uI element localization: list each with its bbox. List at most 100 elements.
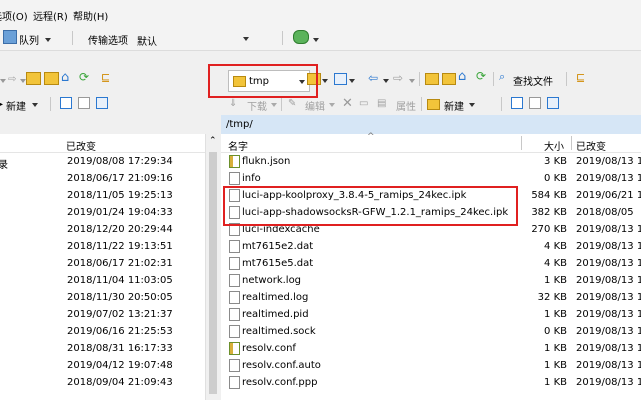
home-icon[interactable]: ⌂: [61, 70, 69, 85]
refresh-icon[interactable]: ⟳: [79, 70, 89, 84]
toolbar-separator: [419, 72, 420, 86]
forward-arrow-icon[interactable]: ⇨: [393, 71, 403, 85]
edit-dropdown-icon[interactable]: [329, 103, 335, 107]
column-divider[interactable]: [571, 136, 572, 150]
table-row[interactable]: 2019/01/24 19:04:33: [0, 204, 205, 221]
toolbar-separator: [566, 72, 567, 86]
table-row[interactable]: resolv.conf.auto 1 KB 2019/08/13 1: [221, 357, 641, 374]
refresh-icon[interactable]: ⟳: [476, 69, 486, 83]
table-row[interactable]: 2018/11/05 19:25:13: [0, 187, 205, 204]
table-row[interactable]: 2018/09/04 21:09:43: [0, 374, 205, 391]
table-row[interactable]: 2018/06/17 21:09:16: [0, 170, 205, 187]
local-scrollbar[interactable]: ⌃: [205, 134, 221, 400]
remote-row-changed: 2019/06/21 1: [576, 190, 641, 201]
remote-new-button[interactable]: 新建: [444, 98, 464, 113]
root-directory-icon[interactable]: [442, 73, 456, 85]
file-icon: [229, 257, 240, 270]
open-dropdown-icon[interactable]: [322, 79, 328, 83]
filter-icon[interactable]: [334, 73, 347, 85]
find-files-button[interactable]: 查找文件: [513, 73, 553, 88]
home-icon[interactable]: ⌂: [458, 69, 466, 84]
forward-dropdown-icon[interactable]: [409, 79, 415, 83]
local-row-changed: 2018/09/04 21:09:43: [67, 377, 173, 388]
filter-select-icon[interactable]: [96, 97, 108, 109]
menu-remote[interactable]: 远程(R): [33, 8, 68, 23]
queue-button[interactable]: 队列: [19, 32, 39, 47]
table-row[interactable]: mt7615e5.dat 4 KB 2019/08/13 1: [221, 255, 641, 272]
edit-button[interactable]: 编辑: [305, 98, 325, 113]
table-row[interactable]: 2018/12/20 20:29:44: [0, 221, 205, 238]
filter-dropdown-icon[interactable]: [349, 79, 355, 83]
scrollbar-thumb[interactable]: [209, 152, 217, 394]
table-row[interactable]: resolv.conf 1 KB 2019/08/13 1: [221, 340, 641, 357]
table-row[interactable]: 2018/08/31 16:17:33: [0, 340, 205, 357]
local-new-button[interactable]: 新建: [6, 98, 26, 113]
download-dropdown-icon[interactable]: [271, 103, 277, 107]
table-row[interactable]: 2018/11/22 19:13:51: [0, 238, 205, 255]
remote-row-changed: 2019/08/13 1: [576, 292, 641, 303]
table-row[interactable]: flukn.json 3 KB 2019/08/13 1: [221, 153, 641, 170]
back-arrow-icon[interactable]: ⇦: [368, 71, 378, 85]
remote-row-changed: 2019/08/13 1: [576, 241, 641, 252]
table-row[interactable]: 录 2019/08/08 17:29:34: [0, 153, 205, 171]
local-row-changed: 2018/11/05 19:25:13: [67, 190, 173, 201]
transfer-options-select[interactable]: 默认: [134, 29, 252, 48]
menu-help[interactable]: 帮助(H): [73, 8, 108, 23]
forward-arrow-icon[interactable]: ⇨: [8, 74, 16, 85]
table-row[interactable]: 2018/11/04 11:03:05: [0, 272, 205, 289]
column-name[interactable]: 名字: [228, 138, 248, 153]
file-icon: [229, 172, 240, 185]
delete-icon[interactable]: ✕: [342, 96, 353, 111]
table-row[interactable]: realtimed.sock 0 KB 2019/08/13 1: [221, 323, 641, 340]
column-changed[interactable]: 已改变: [576, 138, 606, 153]
local-file-list[interactable]: 已改变 录 2019/08/08 17:29:34 2018/06/17 21:09…: [0, 134, 205, 400]
rename-icon[interactable]: ▭: [359, 98, 368, 109]
parent-directory-icon[interactable]: [26, 72, 41, 85]
download-button[interactable]: 下载: [247, 98, 267, 113]
remote-row-size: 4 KB: [544, 241, 567, 252]
highlight-box-path: [208, 64, 318, 98]
remote-row-size: 1 KB: [544, 343, 567, 354]
sync-settings-icon[interactable]: [293, 30, 309, 44]
select-all-icon[interactable]: [511, 97, 523, 109]
local-row-changed: 2019/04/12 19:07:48: [67, 360, 173, 371]
table-row[interactable]: realtimed.pid 1 KB 2019/08/13 1: [221, 306, 641, 323]
local-row-changed: 2018/12/20 20:29:44: [67, 224, 173, 235]
file-icon: [229, 359, 240, 372]
column-divider[interactable]: [521, 136, 522, 150]
local-new-dropdown-icon[interactable]: [32, 103, 38, 107]
table-row[interactable]: mt7615e2.dat 4 KB 2019/08/13 1: [221, 238, 641, 255]
parent-directory-icon[interactable]: [425, 73, 439, 85]
table-row[interactable]: 2018/06/17 21:02:31: [0, 255, 205, 272]
table-row[interactable]: 2019/06/16 21:25:53: [0, 323, 205, 340]
column-changed[interactable]: 已改变: [66, 138, 96, 153]
table-row[interactable]: realtimed.log 32 KB 2019/08/13 1: [221, 289, 641, 306]
back-dropdown-icon[interactable]: [383, 79, 389, 83]
table-row[interactable]: resolv.conf.ppp 1 KB 2019/08/13 1: [221, 374, 641, 391]
unselect-icon[interactable]: [78, 97, 90, 109]
filter-icon[interactable]: ⊑: [576, 71, 585, 84]
remote-row-name: network.log: [242, 275, 302, 286]
select-all-icon[interactable]: [60, 97, 72, 109]
root-directory-icon[interactable]: [44, 72, 59, 85]
remote-new-dropdown-icon[interactable]: [469, 103, 475, 107]
filter-icon[interactable]: ⊑: [101, 71, 110, 84]
remote-file-list[interactable]: ^ 名字 大小 已改变 ..2019/08/13 1flukn.json3 KB…: [221, 132, 641, 400]
properties-button[interactable]: 属性: [396, 98, 416, 113]
sync-dropdown-icon[interactable]: [313, 38, 319, 42]
column-size[interactable]: 大小: [544, 138, 564, 153]
back-dropdown-icon[interactable]: [0, 79, 6, 83]
table-row[interactable]: info 0 KB 2019/08/13 1: [221, 170, 641, 187]
filter-select-icon[interactable]: [547, 97, 559, 109]
queue-dropdown-icon[interactable]: [45, 38, 51, 42]
table-row[interactable]: network.log 1 KB 2019/08/13 1: [221, 272, 641, 289]
transfer-options-label: 传输选项: [88, 36, 128, 47]
table-row[interactable]: 2019/04/12 19:07:48: [0, 357, 205, 374]
table-row[interactable]: 2018/11/30 20:50:05: [0, 289, 205, 306]
local-row-name: 录: [0, 160, 8, 171]
remote-path-bar[interactable]: /tmp/: [221, 115, 641, 134]
table-row[interactable]: 2019/07/02 13:21:37: [0, 306, 205, 323]
scroll-up-icon[interactable]: ⌃: [209, 136, 217, 146]
unselect-icon[interactable]: [529, 97, 541, 109]
menu-options[interactable]: 选项(O): [0, 8, 28, 23]
